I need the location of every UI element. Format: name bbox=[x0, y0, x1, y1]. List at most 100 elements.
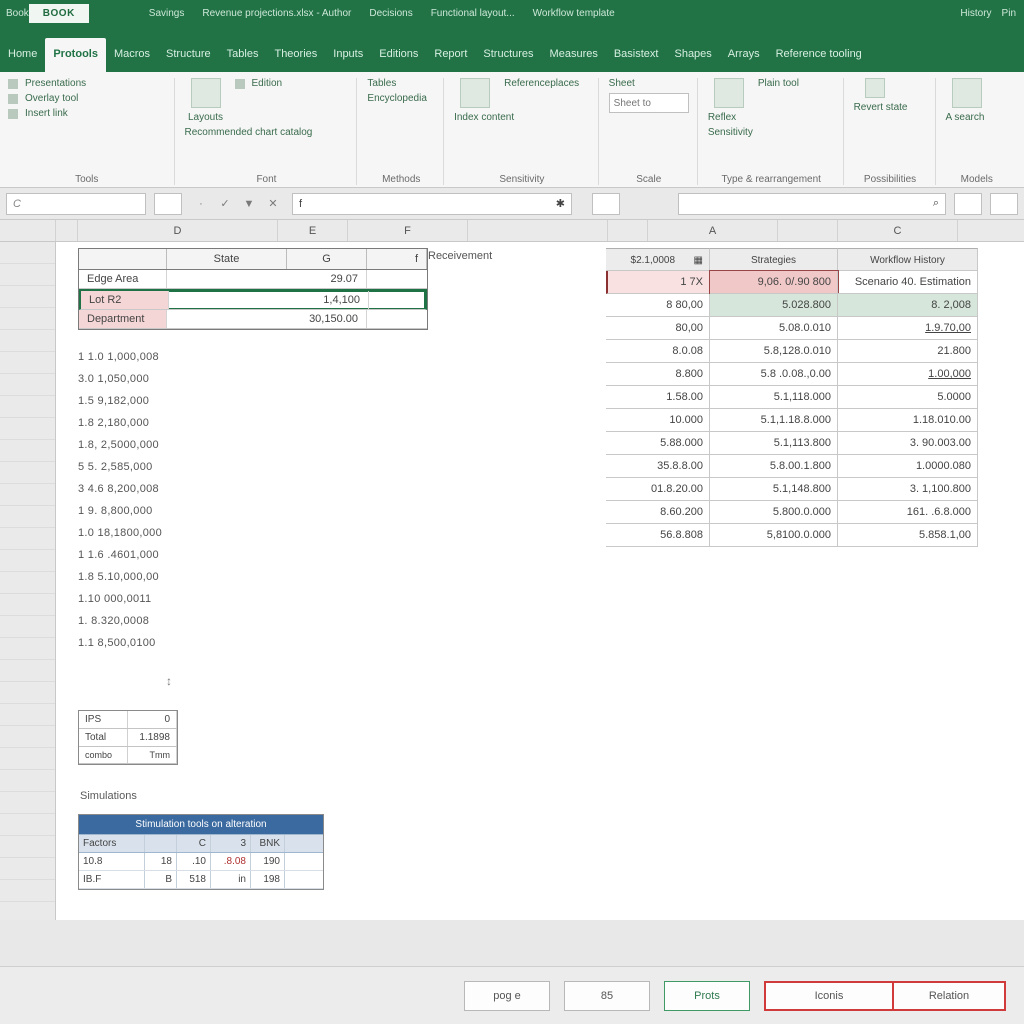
ribbon-tab[interactable]: Structure bbox=[158, 38, 219, 72]
table-header[interactable]: C bbox=[177, 835, 211, 852]
ribbon-tab[interactable]: Theories bbox=[266, 38, 325, 72]
table-header[interactable]: $2.1,0008 ▦ bbox=[606, 248, 710, 271]
ribbon-tab[interactable]: Reference tooling bbox=[768, 38, 870, 72]
table-row[interactable]: 5.88.0005.1,113.8003. 90.003.00 bbox=[606, 432, 978, 455]
table-header[interactable]: 3 bbox=[211, 835, 251, 852]
row-header[interactable] bbox=[0, 594, 55, 616]
search-extra2[interactable] bbox=[990, 193, 1018, 215]
footer-button-2[interactable]: 85 bbox=[564, 981, 650, 1011]
column-header[interactable] bbox=[608, 220, 648, 241]
column-header[interactable] bbox=[56, 220, 78, 241]
row-header[interactable] bbox=[0, 638, 55, 660]
ribbon-item[interactable] bbox=[946, 78, 988, 108]
row-header[interactable] bbox=[0, 396, 55, 418]
ribbon-item[interactable]: Presentations bbox=[8, 78, 86, 89]
row-header[interactable] bbox=[0, 814, 55, 836]
row-header[interactable] bbox=[0, 286, 55, 308]
table-row[interactable]: 8.60.2005.800.0.000161. .6.8.000 bbox=[606, 501, 978, 524]
column-headers[interactable]: DEFAC bbox=[0, 220, 1024, 242]
ribbon-item[interactable] bbox=[854, 78, 896, 98]
table-row[interactable]: combo Tmm bbox=[79, 747, 177, 764]
table-header[interactable]: G bbox=[287, 249, 367, 269]
row-header[interactable] bbox=[0, 550, 55, 572]
namebox-dropdown[interactable] bbox=[154, 193, 182, 215]
ribbon-tab[interactable]: Measures bbox=[542, 38, 606, 72]
table-header[interactable]: BNK bbox=[251, 835, 285, 852]
fx-check-icon[interactable]: ✓ bbox=[218, 197, 232, 210]
row-header[interactable] bbox=[0, 506, 55, 528]
column-header[interactable]: C bbox=[838, 220, 958, 241]
table-header[interactable]: Factors bbox=[79, 835, 145, 852]
row-header[interactable] bbox=[0, 880, 55, 902]
loose-value[interactable]: 3.0 1,050,000 bbox=[78, 368, 198, 390]
table-row[interactable]: 80,005.08.0.0101.9.70,00 bbox=[606, 317, 978, 340]
column-header[interactable] bbox=[0, 220, 56, 241]
loose-value[interactable]: 1.8, 2,5000,000 bbox=[78, 434, 198, 456]
row-header[interactable] bbox=[0, 682, 55, 704]
row-header[interactable] bbox=[0, 418, 55, 440]
table-row[interactable]: 8.0.085.8,128.0.01021.800 bbox=[606, 340, 978, 363]
footer-button-prots[interactable]: Prots bbox=[664, 981, 750, 1011]
column-header[interactable] bbox=[778, 220, 838, 241]
table-row[interactable]: 10.0005.1,1.18.8.0001.18.010.00 bbox=[606, 409, 978, 432]
table-row[interactable]: Edge Area 29.07 bbox=[79, 270, 427, 289]
table-header[interactable] bbox=[145, 835, 177, 852]
row-header[interactable] bbox=[0, 836, 55, 858]
row-header[interactable] bbox=[0, 440, 55, 462]
column-header[interactable]: A bbox=[648, 220, 778, 241]
column-header[interactable] bbox=[468, 220, 608, 241]
fx-cancel-icon[interactable]: ✕ bbox=[266, 197, 280, 210]
table-row[interactable]: 8 80,005.028.8008. 2,008 bbox=[606, 294, 978, 317]
loose-value[interactable]: 1 1.0 1,000,008 bbox=[78, 346, 198, 368]
row-header[interactable] bbox=[0, 572, 55, 594]
table-row[interactable]: Department 30,150.00 bbox=[79, 310, 427, 329]
table-row[interactable]: IPS 0 bbox=[79, 711, 177, 729]
ribbon-tab[interactable]: Basistext bbox=[606, 38, 667, 72]
row-header[interactable] bbox=[0, 770, 55, 792]
table-row-active[interactable]: Lot R2 1,4,100 bbox=[79, 289, 427, 310]
ribbon-item[interactable]: Referenceplaces bbox=[504, 78, 579, 89]
ribbon-item[interactable]: Revert state bbox=[854, 102, 908, 113]
ribbon-tab-home[interactable]: Home bbox=[0, 38, 45, 72]
table-row[interactable]: IB.F B 518 in 198 bbox=[79, 871, 323, 889]
loose-value[interactable]: 1.8 5.10,000,00 bbox=[78, 566, 198, 588]
ribbon-item[interactable]: A search bbox=[946, 112, 985, 123]
table-header[interactable]: f bbox=[367, 249, 427, 269]
table-row[interactable]: Total 1.1898 bbox=[79, 729, 177, 747]
loose-value[interactable]: 1 1.6 .4601,000 bbox=[78, 544, 198, 566]
row-header[interactable] bbox=[0, 264, 55, 286]
table-row[interactable]: 1.58.005.1,118.0005.0000 bbox=[606, 386, 978, 409]
loose-value[interactable]: 1.8 2,180,000 bbox=[78, 412, 198, 434]
ribbon-item[interactable]: Edition bbox=[235, 78, 283, 89]
table-header[interactable]: State bbox=[167, 249, 287, 269]
footer-button-relation[interactable]: Relation bbox=[894, 981, 1006, 1011]
column-header[interactable]: E bbox=[278, 220, 348, 241]
footer-button-1[interactable]: pog e bbox=[464, 981, 550, 1011]
loose-numbers-column[interactable]: 1 1.0 1,000,0083.0 1,050,0001.5 9,182,00… bbox=[78, 346, 198, 654]
loose-value[interactable]: 1.1 8,500,0100 bbox=[78, 632, 198, 654]
ribbon-tab[interactable]: Macros bbox=[106, 38, 158, 72]
search-extra[interactable] bbox=[954, 193, 982, 215]
table-row[interactable]: 8.8005.8 .0.08.,0.001.00,000 bbox=[606, 363, 978, 386]
ribbon-item[interactable]: Reflex bbox=[708, 112, 736, 123]
row-header[interactable] bbox=[0, 374, 55, 396]
ribbon-item[interactable]: Encyclopedia bbox=[367, 93, 435, 104]
row-header[interactable] bbox=[0, 462, 55, 484]
table-row[interactable]: 35.8.8.005.8.00.1.8001.0000.080 bbox=[606, 455, 978, 478]
table-row[interactable]: 01.8.20.005.1,148.8003. 1,100.800 bbox=[606, 478, 978, 501]
loose-value[interactable]: 5 5. 2,585,000 bbox=[78, 456, 198, 478]
loose-value[interactable]: 1 9. 8,800,000 bbox=[78, 500, 198, 522]
row-header[interactable] bbox=[0, 528, 55, 550]
formula-box[interactable]: f ✱ bbox=[292, 193, 572, 215]
table-row[interactable]: 56.8.8085,8100.0.0005.858.1,00 bbox=[606, 524, 978, 547]
row-header[interactable] bbox=[0, 352, 55, 374]
row-header[interactable] bbox=[0, 726, 55, 748]
ribbon-tab[interactable]: Tables bbox=[219, 38, 267, 72]
row-header[interactable] bbox=[0, 704, 55, 726]
row-header[interactable] bbox=[0, 792, 55, 814]
title-pin[interactable]: Pin bbox=[1002, 8, 1016, 19]
ribbon-item[interactable]: Plain tool bbox=[758, 78, 799, 89]
ribbon-tab[interactable]: Editions bbox=[371, 38, 426, 72]
ribbon-item[interactable]: Layouts bbox=[185, 78, 227, 123]
column-header[interactable]: D bbox=[78, 220, 278, 241]
